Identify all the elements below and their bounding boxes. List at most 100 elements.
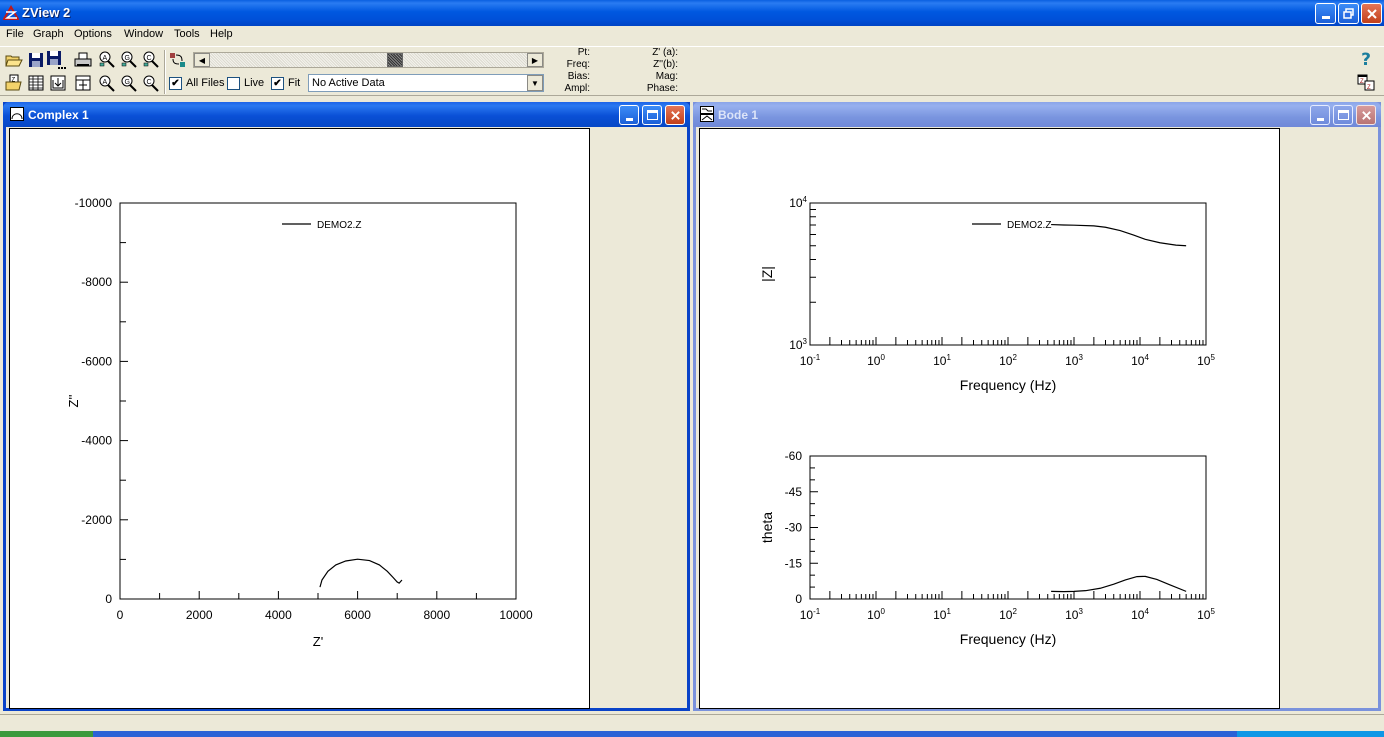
zoom-all-icon: A bbox=[99, 51, 115, 68]
y-tick-label: 0 bbox=[105, 592, 112, 606]
bode-window-title: Bode 1 bbox=[718, 108, 759, 122]
y-axis-label: Z'' bbox=[66, 395, 81, 408]
bode-close-button[interactable] bbox=[1356, 105, 1376, 125]
magnitude-x-tick-label: 105 bbox=[1197, 353, 1215, 368]
bode-maximize-button[interactable] bbox=[1333, 105, 1353, 125]
menu-options[interactable]: Options bbox=[74, 28, 112, 40]
bode-minimize-button[interactable] bbox=[1310, 105, 1330, 125]
menu-graph[interactable]: Graph bbox=[33, 28, 64, 40]
menu-help[interactable]: Help bbox=[210, 28, 233, 40]
svg-text:Z: Z bbox=[1367, 85, 1371, 91]
save-button[interactable] bbox=[26, 50, 46, 70]
open-z-file-button[interactable]: Z bbox=[4, 73, 24, 93]
data-select-value: No Active Data bbox=[312, 77, 385, 89]
phase-x-tick-label: 100 bbox=[867, 607, 885, 622]
fit-checkbox[interactable] bbox=[271, 77, 284, 90]
menu-window[interactable]: Window bbox=[124, 28, 163, 40]
phase-y-tick-label: -15 bbox=[785, 556, 803, 570]
zoom-c-button[interactable]: C bbox=[141, 73, 161, 93]
import-icon bbox=[50, 75, 66, 91]
zoom-g-icon: G bbox=[121, 75, 137, 92]
open-button[interactable] bbox=[4, 50, 24, 70]
nyquist-icon bbox=[10, 107, 24, 121]
complex-plot-area[interactable]: 0 2000 4000 6000 8000 10000 0 -2000 -4000 -6000 -8… bbox=[9, 128, 590, 709]
magnitude-y-tick-label: 104 bbox=[789, 195, 807, 210]
phase-x-tick-label: 105 bbox=[1197, 607, 1215, 622]
complex-plot-frame bbox=[119, 202, 517, 600]
chevron-down-icon[interactable]: ▼ bbox=[527, 75, 543, 91]
phase-y-axis-label: theta bbox=[759, 512, 775, 543]
legend-label: DEMO2.Z bbox=[317, 220, 361, 231]
readout-z-real: Z' (a): bbox=[652, 47, 678, 58]
menu-bar: File Graph Options Window Tools Help bbox=[0, 26, 1384, 45]
complex-close-button[interactable] bbox=[665, 105, 685, 125]
zoom-g-button[interactable]: G bbox=[119, 73, 139, 93]
start-button[interactable] bbox=[0, 731, 93, 737]
close-icon bbox=[1361, 110, 1371, 120]
data-table-button[interactable] bbox=[26, 73, 46, 93]
menu-tools[interactable]: Tools bbox=[174, 28, 200, 40]
data-scrollbar[interactable]: ◀ ▶ bbox=[193, 52, 544, 68]
svg-text:C: C bbox=[147, 79, 152, 86]
complex-window-titlebar[interactable]: Complex 1 bbox=[3, 102, 690, 127]
app-minimize-button[interactable] bbox=[1315, 3, 1336, 24]
y-tick-label: -8000 bbox=[81, 275, 112, 289]
phase-x-tick-label: 101 bbox=[933, 607, 951, 622]
split-view-button[interactable] bbox=[73, 73, 93, 93]
status-bar bbox=[0, 714, 1384, 731]
save-as-button[interactable] bbox=[46, 50, 66, 70]
tile-windows-button[interactable]: ZZ bbox=[1356, 72, 1376, 92]
svg-text:G: G bbox=[125, 55, 130, 62]
magnitude-x-axis-label: Frequency (Hz) bbox=[960, 377, 1056, 393]
all-files-checkbox[interactable] bbox=[169, 77, 182, 90]
open-icon bbox=[5, 55, 23, 67]
x-tick-label: 0 bbox=[117, 608, 124, 622]
zoom-complex-button[interactable]: C bbox=[141, 50, 161, 70]
scroll-left-button[interactable]: ◀ bbox=[194, 53, 210, 67]
print-icon bbox=[74, 52, 92, 67]
scroll-thumb[interactable] bbox=[387, 53, 403, 67]
phase-plot-frame bbox=[809, 455, 1207, 600]
readout-labels-right: Z' (a): Z''(b): Mag: Phase: bbox=[628, 47, 678, 95]
print-button[interactable] bbox=[73, 50, 93, 70]
complex-maximize-button[interactable] bbox=[642, 105, 662, 125]
readout-pt: Pt: bbox=[577, 47, 590, 58]
app-title-bar[interactable]: ZView 2 bbox=[0, 0, 1384, 26]
y-tick-label: -10000 bbox=[75, 196, 113, 210]
complex-window: Complex 1 0 2000 4000 6000 8000 10000 0 -2000 -4… bbox=[3, 102, 690, 711]
y-tick-label: -2000 bbox=[81, 513, 112, 527]
zoom-graph-button[interactable]: G bbox=[119, 50, 139, 70]
readout-freq: Freq: bbox=[566, 59, 590, 70]
svg-text:A: A bbox=[103, 55, 108, 62]
swap-data-button[interactable] bbox=[168, 50, 188, 70]
magnitude-x-tick-label: 104 bbox=[1131, 353, 1149, 368]
bode-plot: 10-1 100 101 102 103 104 105Frequency (Hz)1031… bbox=[759, 195, 1215, 647]
bode-plot-area[interactable]: 10-1 100 101 102 103 104 105 Frequency (Hz) 103 1… bbox=[699, 128, 1280, 709]
complex-window-client: 0 2000 4000 6000 8000 10000 0 -2000 -4000 -6000 -8… bbox=[6, 127, 687, 709]
minimize-icon bbox=[1316, 117, 1324, 121]
scroll-right-button[interactable]: ▶ bbox=[527, 53, 543, 67]
data-select[interactable]: No Active Data ▼ bbox=[308, 74, 544, 92]
save-icon bbox=[29, 53, 43, 67]
readout-ampl: Ampl: bbox=[564, 83, 590, 94]
menu-file[interactable]: File bbox=[6, 28, 24, 40]
save-as-icon bbox=[47, 51, 66, 69]
phase-x-tick-label: 102 bbox=[999, 607, 1017, 622]
zoom-a-button[interactable]: A bbox=[97, 73, 117, 93]
import-button[interactable] bbox=[48, 73, 68, 93]
app-restore-button[interactable] bbox=[1338, 3, 1359, 24]
live-checkbox[interactable] bbox=[227, 77, 240, 90]
legend-label: DEMO2.Z bbox=[1007, 220, 1051, 231]
maximize-icon bbox=[646, 110, 658, 120]
complex-minimize-button[interactable] bbox=[619, 105, 639, 125]
phase-y-tick-label: -45 bbox=[785, 485, 803, 499]
zoom-all-button[interactable]: A bbox=[97, 50, 117, 70]
minimize-icon bbox=[1321, 16, 1330, 19]
magnitude-x-tick-label: 103 bbox=[1065, 353, 1083, 368]
y-tick-label: -4000 bbox=[81, 434, 112, 448]
zoom-a-icon: A bbox=[99, 75, 115, 92]
help-button[interactable]: ? bbox=[1356, 50, 1376, 70]
bode-window-titlebar[interactable]: Bode 1 bbox=[693, 102, 1381, 127]
app-close-button[interactable] bbox=[1361, 3, 1382, 24]
maximize-icon bbox=[1337, 110, 1349, 120]
